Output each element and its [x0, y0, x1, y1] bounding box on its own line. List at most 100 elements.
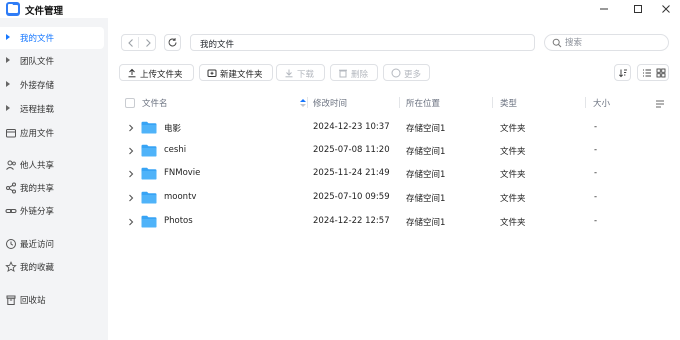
- back-icon[interactable]: [126, 38, 136, 48]
- table-row[interactable]: 电影 2024-12-23 10:37 存储空间1 文件夹 -: [118, 118, 663, 139]
- new-folder-icon: [207, 69, 217, 77]
- file-type: 文件夹: [500, 124, 526, 134]
- more-label: 更多: [404, 70, 422, 80]
- clock-icon: [6, 239, 16, 249]
- table-row[interactable]: FNMovie 2025-11-24 21:49 存储空间1 文件夹 -: [118, 164, 663, 185]
- column-header-size[interactable]: 大小: [593, 97, 610, 109]
- maximize-button[interactable]: [624, 1, 652, 17]
- table-row[interactable]: moontv 2025-07-10 09:59 存储空间1 文件夹 -: [118, 188, 663, 209]
- file-type: 文件夹: [500, 218, 526, 228]
- sidebar-item-label: 外接存储: [20, 81, 55, 91]
- expand-chevron-icon[interactable]: [128, 170, 134, 178]
- download-icon: [285, 69, 293, 78]
- search-input[interactable]: [565, 37, 665, 49]
- file-size: -: [594, 192, 598, 202]
- folder-icon: [141, 191, 157, 204]
- table-row[interactable]: Photos 2024-12-22 12:57 存储空间1 文件夹 -: [118, 212, 663, 233]
- column-header-modified[interactable]: 修改时间: [313, 97, 347, 109]
- file-name: Photos: [164, 216, 193, 226]
- sidebar-item-favorites[interactable]: 我的收藏: [0, 256, 104, 278]
- table-row[interactable]: ceshi 2025-07-08 11:20 存储空间1 文件夹 -: [118, 141, 663, 162]
- sidebar-item-external-storage[interactable]: 外接存储: [0, 74, 104, 96]
- sidebar: 我的文件 团队文件 外接存储 远程挂载 应用文件 他人共享 我的共享 外链分享 …: [0, 18, 108, 340]
- trash-icon: [339, 69, 347, 78]
- upload-icon: [128, 68, 136, 78]
- file-type: 文件夹: [500, 170, 526, 180]
- download-button[interactable]: 下载: [276, 64, 325, 81]
- expand-chevron-icon[interactable]: [128, 124, 134, 132]
- view-mode-group: [637, 64, 669, 81]
- file-type: 文件夹: [500, 194, 526, 204]
- file-name: 电影: [164, 124, 182, 134]
- caret-right-icon: [6, 34, 10, 40]
- folder-icon: [141, 144, 157, 157]
- expand-chevron-icon[interactable]: [128, 194, 134, 202]
- sidebar-item-label: 远程挂载: [20, 105, 55, 115]
- file-size: -: [594, 216, 598, 226]
- sidebar-item-label: 我的文件: [20, 34, 55, 44]
- app-title: 文件管理: [25, 6, 64, 17]
- close-icon: [662, 5, 670, 13]
- forward-icon[interactable]: [143, 38, 153, 48]
- new-folder-button[interactable]: 新建文件夹: [199, 64, 273, 81]
- path-bar[interactable]: 我的文件: [190, 34, 535, 51]
- sidebar-item-link-shares[interactable]: 外链分享: [0, 200, 104, 222]
- minimize-icon: [600, 8, 608, 10]
- select-all-checkbox[interactable]: [125, 98, 135, 108]
- file-modified: 2024-12-23 10:37: [313, 122, 390, 132]
- column-header-location[interactable]: 所在位置: [406, 97, 440, 109]
- sidebar-item-label: 回收站: [20, 296, 46, 306]
- folder-app-icon: [6, 2, 20, 16]
- sidebar-item-label: 他人共享: [20, 161, 55, 171]
- sidebar-item-label: 外链分享: [20, 207, 55, 217]
- app-folder-icon: [6, 129, 16, 138]
- sidebar-item-label: 我的共享: [20, 184, 55, 194]
- sidebar-item-my-files[interactable]: 我的文件: [0, 27, 104, 49]
- close-button[interactable]: [652, 1, 680, 17]
- file-location: 存储空间1: [406, 124, 446, 134]
- sort-order-icon[interactable]: [299, 98, 307, 108]
- sidebar-item-remote-mount[interactable]: 远程挂载: [0, 98, 104, 120]
- file-location: 存储空间1: [406, 218, 446, 228]
- file-size: -: [594, 145, 598, 155]
- sidebar-item-shared-with-me[interactable]: 他人共享: [0, 154, 104, 176]
- delete-button[interactable]: 删除: [330, 64, 378, 81]
- grid-view-icon[interactable]: [656, 68, 666, 78]
- file-type: 文件夹: [500, 147, 526, 157]
- file-location: 存储空间1: [406, 170, 446, 180]
- file-name: ceshi: [164, 145, 187, 155]
- sort-button[interactable]: [614, 64, 631, 81]
- file-modified: 2025-07-08 11:20: [313, 145, 390, 155]
- folder-icon: [141, 215, 157, 228]
- expand-chevron-icon[interactable]: [128, 218, 134, 226]
- sidebar-item-team-files[interactable]: 团队文件: [0, 50, 104, 72]
- star-icon: [5, 261, 17, 273]
- sidebar-item-label: 最近访问: [20, 240, 55, 250]
- sidebar-item-my-shares[interactable]: 我的共享: [0, 177, 104, 199]
- file-modified: 2025-11-24 21:49: [313, 168, 390, 178]
- refresh-button[interactable]: [164, 34, 181, 51]
- search-box: [544, 34, 669, 51]
- users-icon: [6, 160, 16, 170]
- path-current: 我的文件: [200, 40, 235, 50]
- new-folder-label: 新建文件夹: [220, 70, 263, 80]
- column-settings-icon[interactable]: [655, 99, 665, 109]
- caret-right-icon: [6, 57, 10, 63]
- sidebar-item-app-files[interactable]: 应用文件: [0, 122, 104, 144]
- column-header-name[interactable]: 文件名: [142, 97, 168, 109]
- sidebar-item-recent[interactable]: 最近访问: [0, 233, 104, 255]
- share-icon: [6, 182, 16, 194]
- refresh-icon: [168, 38, 177, 47]
- list-view-icon[interactable]: [642, 68, 652, 78]
- expand-chevron-icon[interactable]: [128, 147, 134, 155]
- column-header-type[interactable]: 类型: [500, 97, 517, 109]
- sidebar-item-recycle-bin[interactable]: 回收站: [0, 289, 104, 311]
- folder-icon: [141, 121, 157, 134]
- upload-folder-button[interactable]: 上传文件夹: [119, 64, 194, 81]
- file-location: 存储空间1: [406, 147, 446, 157]
- file-modified: 2025-07-10 09:59: [313, 192, 390, 202]
- more-button[interactable]: 更多: [383, 64, 430, 81]
- file-location: 存储空间1: [406, 194, 446, 204]
- caret-right-icon: [6, 105, 10, 111]
- minimize-button[interactable]: [590, 1, 618, 17]
